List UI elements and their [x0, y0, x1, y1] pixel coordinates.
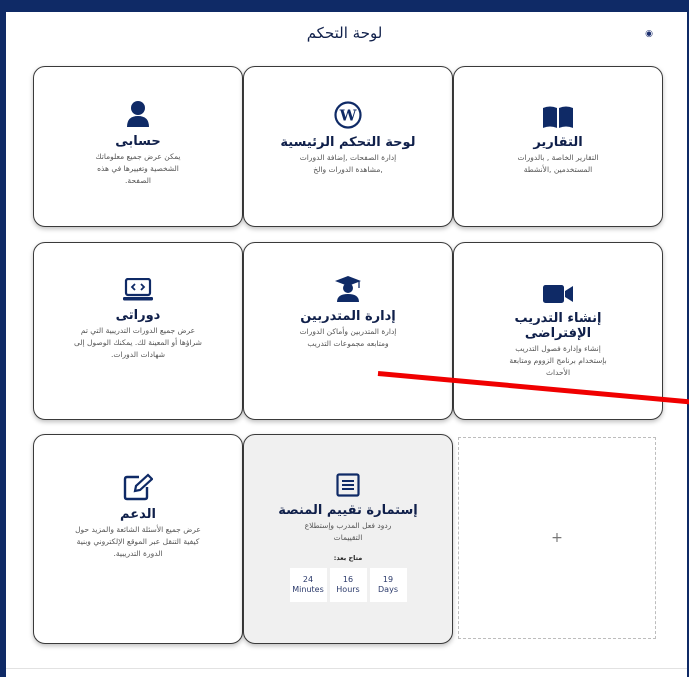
card-description: عرض جميع الدورات التدريبية التي تم شراؤه… [74, 326, 202, 359]
plus-icon: + [551, 530, 563, 546]
countdown-value: 24 [302, 575, 314, 584]
countdown-value: 16 [342, 575, 354, 584]
page-title: لوحة التحكم [306, 24, 383, 42]
add-card-slot[interactable]: + [458, 437, 656, 639]
card-title: إدارة المتدربين [300, 309, 396, 324]
laptop-code-icon [123, 278, 153, 301]
card-title: إنشاء التدريب الإفتراضى [514, 311, 602, 341]
video-camera-icon [543, 285, 573, 303]
card-description: التقارير الخاصة , بالدورات المستخدمين ,ا… [517, 153, 599, 174]
book-open-icon [543, 106, 573, 128]
card-description: إدارة المتدربين وأماكن الدورات ومتابعه م… [299, 327, 397, 348]
card-description: ردود فعل المدرب وإستطلاع التقييمات [304, 521, 392, 542]
user-icon [127, 101, 149, 127]
card-my-courses[interactable]: دوراتى عرض جميع الدورات التدريبية التي ت… [33, 242, 243, 420]
graduate-icon [335, 276, 361, 302]
countdown-unit: Days [378, 585, 398, 594]
card-title: دوراتى [115, 308, 161, 323]
edit-icon [123, 473, 153, 501]
card-title: الدعم [120, 507, 156, 522]
card-description: إدارة الصفحات ,إضافة الدورات ,مشاهدة الد… [299, 153, 397, 174]
svg-text:W: W [339, 107, 358, 125]
countdown-minutes: 24 Minutes [289, 568, 327, 602]
form-icon [336, 473, 360, 497]
countdown-unit: Minutes [292, 585, 324, 594]
wordpress-icon: W [334, 101, 362, 129]
countdown-hours: 16 Hours [329, 568, 367, 602]
card-trainees[interactable]: إدارة المتدربين إدارة المتدربين وأماكن ا… [243, 242, 453, 420]
card-title: لوحة التحكم الرئيسية [280, 135, 416, 150]
card-reports[interactable]: التقارير التقارير الخاصة , بالدورات المس… [453, 66, 663, 227]
card-description: يمكن عرض جميع معلوماتك الشخصية وتغييرها … [95, 152, 181, 185]
countdown-days: 19 Days [369, 568, 407, 602]
card-support[interactable]: الدعم عرض جميع الأسئلة الشائعة والمزيد ح… [33, 434, 243, 644]
countdown-value: 19 [382, 575, 394, 584]
card-description: عرض جميع الأسئلة الشائعة والمزيد حول كيف… [75, 525, 201, 558]
card-account[interactable]: حسابى يمكن عرض جميع معلوماتك الشخصية وتغ… [33, 66, 243, 227]
card-dashboard[interactable]: W لوحة التحكم الرئيسية إدارة الصفحات ,إض… [243, 66, 453, 227]
eye-icon[interactable]: ◉ [644, 29, 654, 39]
divider [6, 668, 687, 669]
countdown-label: متاح بعد: [333, 554, 363, 562]
card-evaluation[interactable]: إستمارة تقييم المنصة ردود فعل المدرب وإس… [243, 434, 453, 644]
card-title: إستمارة تقييم المنصة [278, 503, 418, 518]
countdown-unit: Hours [336, 585, 360, 594]
countdown-timer: 24 Minutes 16 Hours 19 Days [244, 568, 452, 602]
card-title: حسابى [115, 134, 161, 149]
card-title: التقارير [533, 135, 583, 150]
card-description: إنشاء وإدارة فصول التدريب بإستخدام برنام… [509, 344, 607, 377]
